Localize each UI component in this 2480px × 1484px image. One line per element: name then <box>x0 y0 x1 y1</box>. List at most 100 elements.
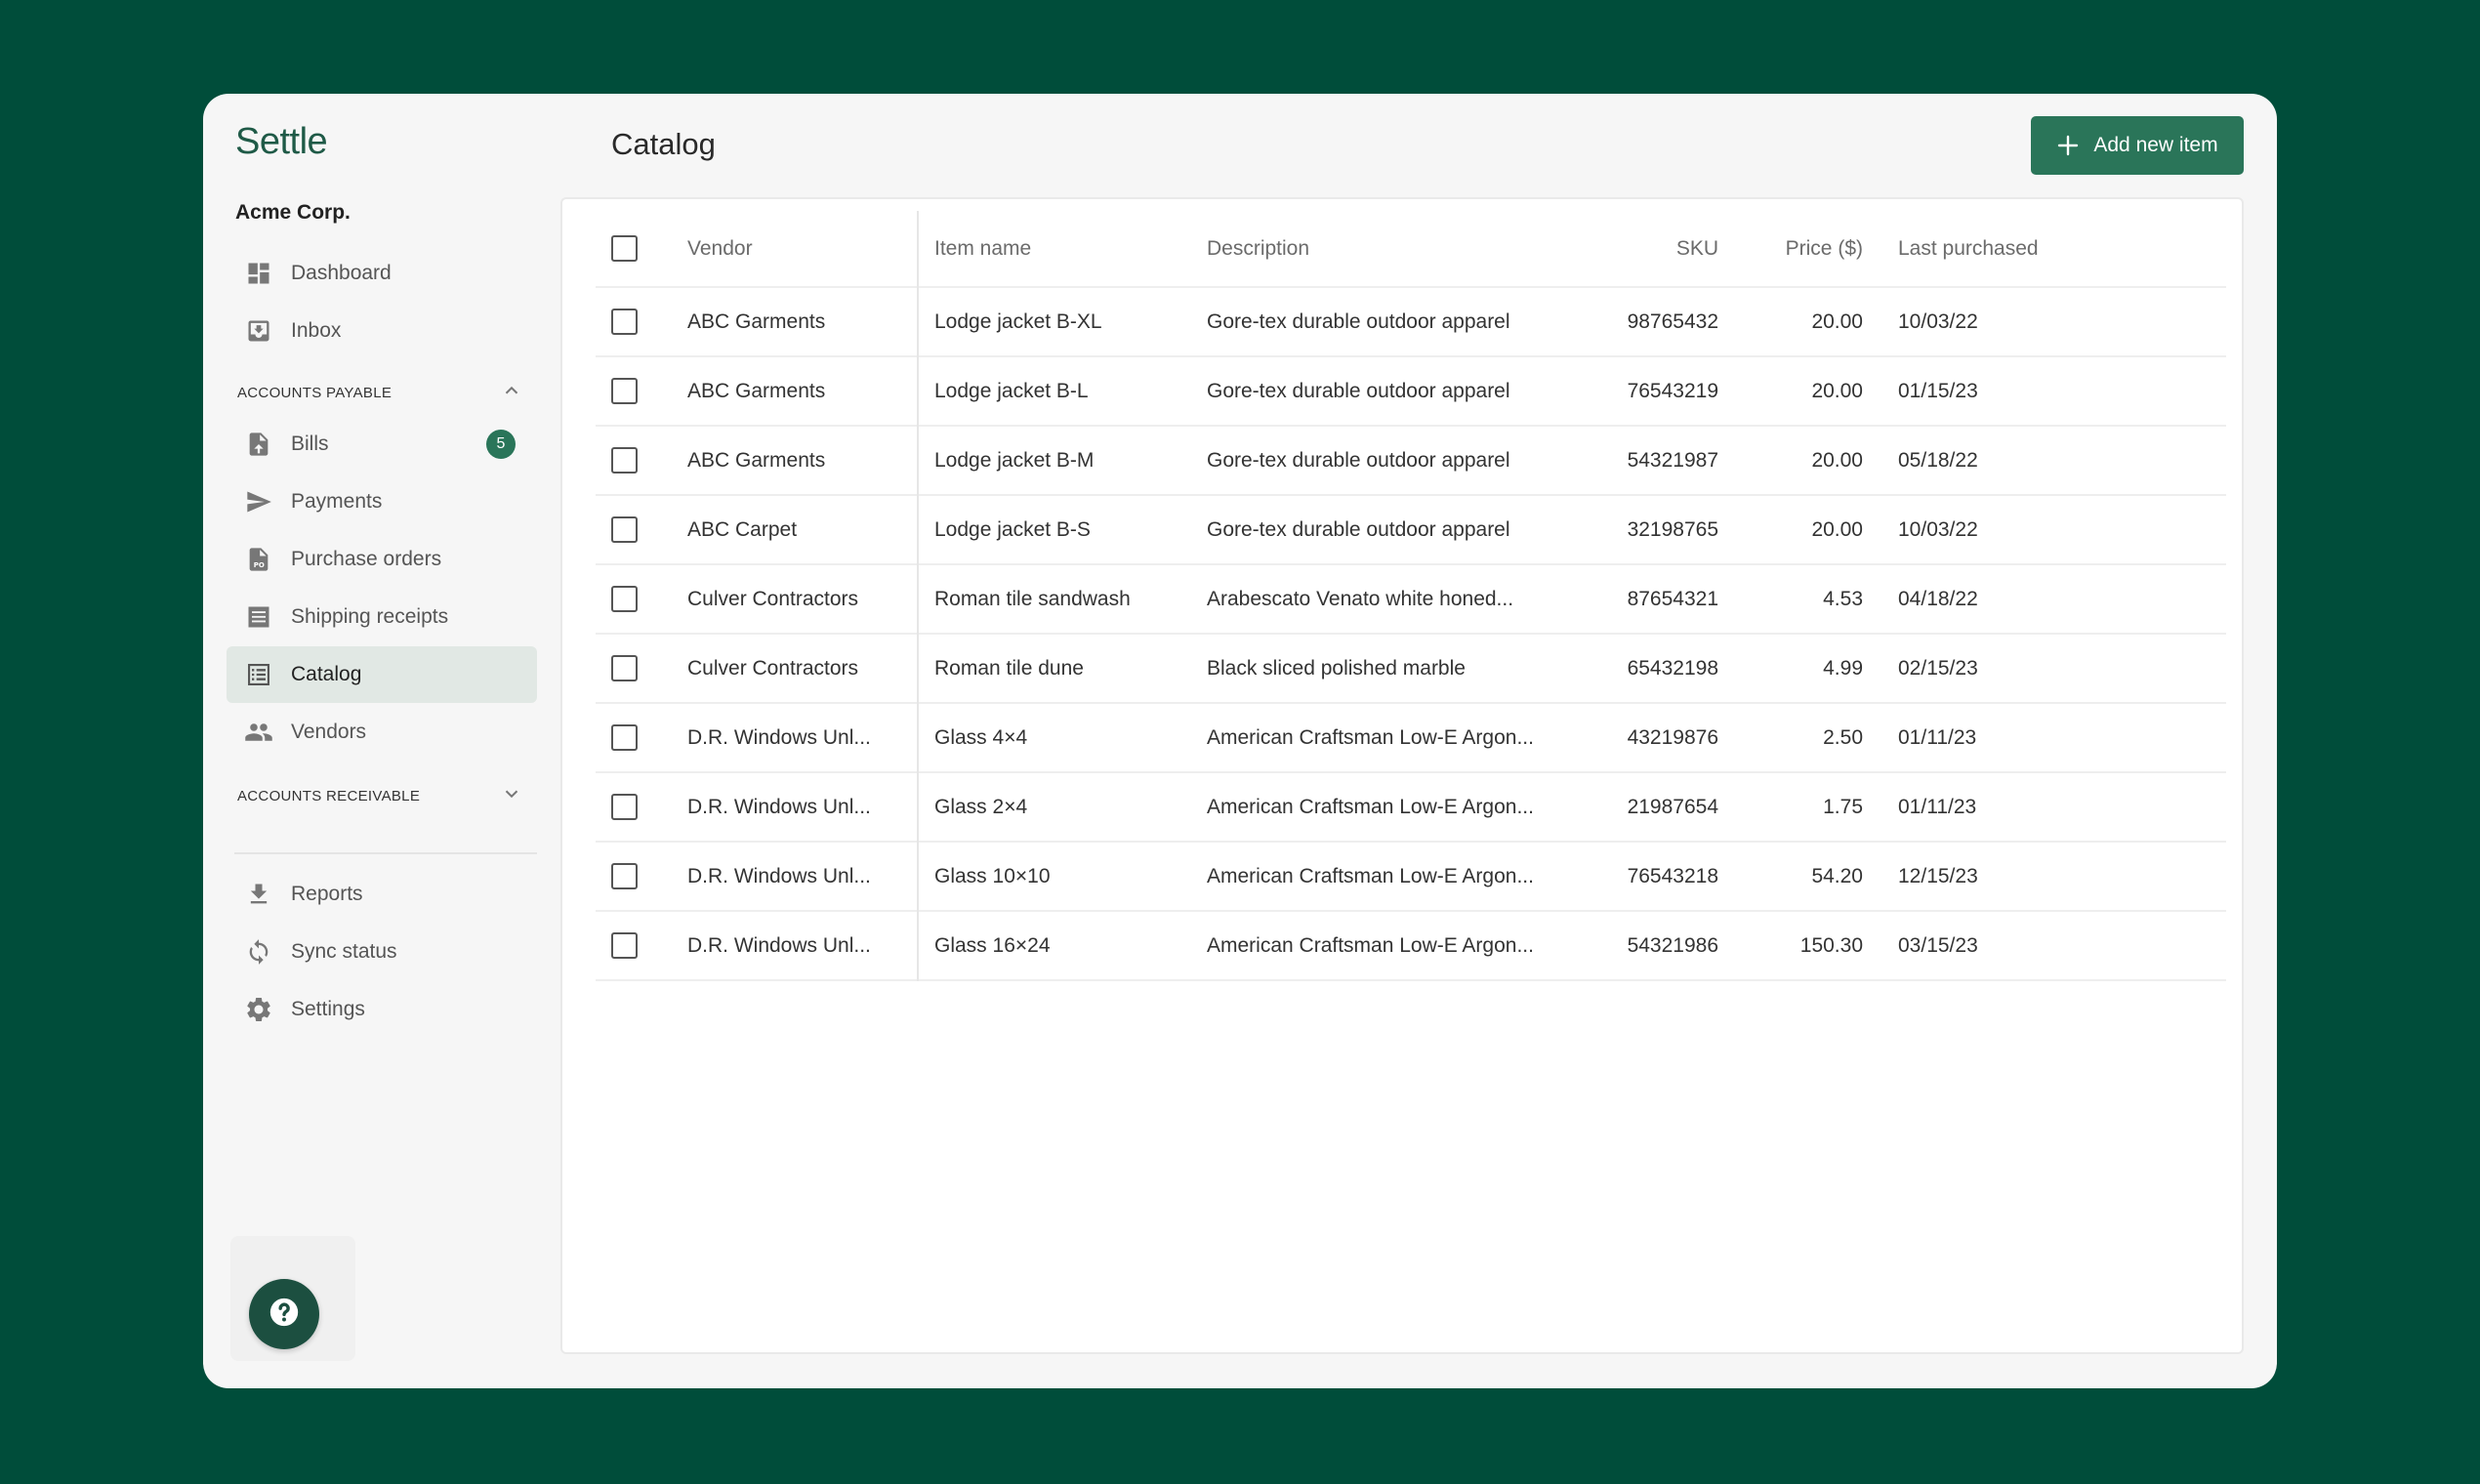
table-row[interactable]: D.R. Windows Unl... Glass 10×10 American C… <box>596 842 2226 911</box>
sidebar-item-label: Shipping receipts <box>291 605 449 628</box>
logo[interactable]: Settle <box>235 121 328 163</box>
row-checkbox[interactable] <box>611 586 638 612</box>
sidebar-item-shipping-receipts[interactable]: Shipping receipts <box>227 589 537 645</box>
row-checkbox[interactable] <box>611 724 638 751</box>
cell-last-purchased: 01/11/23 <box>1898 795 1977 818</box>
send-icon <box>244 487 273 516</box>
table-row[interactable]: ABC Garments Lodge jacket B-L Gore-tex dur… <box>596 356 2226 426</box>
section-accounts-receivable[interactable]: ACCOUNTS RECEIVABLE <box>237 781 522 810</box>
header-select-all[interactable] <box>596 211 687 287</box>
dashboard-icon <box>244 259 273 288</box>
download-icon <box>244 880 273 909</box>
header-last-purchased[interactable]: Last purchased <box>1863 211 2226 287</box>
table-row[interactable]: Culver Contractors Roman tile dune Black s… <box>596 634 2226 703</box>
catalog-table-card: Vendor Item name Description SKU Price (… <box>560 197 2244 1354</box>
sidebar: Settle Acme Corp. Dashboard Inbox ACCOUN… <box>203 94 568 1388</box>
cell-select[interactable] <box>596 287 687 356</box>
table-row[interactable]: ABC Carpet Lodge jacket B-S Gore-tex durab… <box>596 495 2226 564</box>
section-accounts-payable[interactable]: ACCOUNTS PAYABLE <box>237 378 522 407</box>
sidebar-item-catalog[interactable]: Catalog <box>227 646 537 703</box>
table-row[interactable]: ABC Garments Lodge jacket B-XL Gore-tex du… <box>596 287 2226 356</box>
sidebar-item-label: Bills <box>291 433 329 455</box>
sidebar-item-bills[interactable]: Bills 5 <box>227 416 537 473</box>
header-price[interactable]: Price ($) <box>1718 211 1863 287</box>
cell-select[interactable] <box>596 564 687 634</box>
svg-text:PO: PO <box>254 561 265 569</box>
list-icon <box>244 660 273 689</box>
cell-sku: 32198765 <box>1627 517 1718 541</box>
row-checkbox[interactable] <box>611 378 638 404</box>
cell-last-purchased: 04/18/22 <box>1898 587 1978 610</box>
sidebar-item-purchase-orders[interactable]: PO Purchase orders <box>227 531 537 588</box>
sidebar-item-settings[interactable]: Settings <box>227 981 537 1038</box>
cell-description: American Craftsman Low-E Argon... <box>1207 725 1534 749</box>
cell-vendor: ABC Garments <box>687 356 919 426</box>
row-checkbox[interactable] <box>611 794 638 820</box>
cell-select[interactable] <box>596 772 687 842</box>
row-checkbox[interactable] <box>611 655 638 681</box>
cell-item-name: Glass 10×10 <box>934 864 1051 887</box>
table-row[interactable]: D.R. Windows Unl... Glass 4×4 American Cra… <box>596 703 2226 772</box>
row-checkbox[interactable] <box>611 932 638 959</box>
row-checkbox[interactable] <box>611 516 638 543</box>
cell-select[interactable] <box>596 495 687 564</box>
cell-select[interactable] <box>596 842 687 911</box>
cell-select[interactable] <box>596 911 687 980</box>
sidebar-divider <box>234 852 537 854</box>
sidebar-item-sync-status[interactable]: Sync status <box>227 924 537 980</box>
table-row[interactable]: Culver Contractors Roman tile sandwash Ara… <box>596 564 2226 634</box>
row-checkbox[interactable] <box>611 447 638 474</box>
bills-count-badge: 5 <box>486 430 516 459</box>
gear-icon <box>244 995 273 1024</box>
cell-description: Black sliced polished marble <box>1207 656 1466 680</box>
cell-select[interactable] <box>596 356 687 426</box>
cell-select[interactable] <box>596 703 687 772</box>
cell-description: Gore-tex durable outdoor apparel <box>1207 448 1510 472</box>
people-icon <box>244 718 273 747</box>
cell-price: 20.00 <box>1811 448 1863 472</box>
row-checkbox[interactable] <box>611 863 638 889</box>
cell-last-purchased: 02/15/23 <box>1898 656 1978 680</box>
cell-last-purchased: 03/15/23 <box>1898 933 1978 957</box>
cell-vendor: D.R. Windows Unl... <box>687 842 919 911</box>
cell-item-name: Glass 2×4 <box>934 795 1028 818</box>
row-checkbox[interactable] <box>611 309 638 335</box>
header-item-name[interactable]: Item name <box>918 211 1207 287</box>
header-sku[interactable]: SKU <box>1597 211 1718 287</box>
sidebar-item-reports[interactable]: Reports <box>227 866 537 923</box>
section-label: ACCOUNTS RECEIVABLE <box>237 787 421 804</box>
section-label: ACCOUNTS PAYABLE <box>237 384 393 401</box>
cell-vendor: D.R. Windows Unl... <box>687 911 919 980</box>
table-row[interactable]: ABC Garments Lodge jacket B-M Gore-tex dur… <box>596 426 2226 495</box>
table-row[interactable]: D.R. Windows Unl... Glass 16×24 American C… <box>596 911 2226 980</box>
cell-sku: 43219876 <box>1627 725 1718 749</box>
help-button[interactable] <box>249 1279 319 1349</box>
sidebar-item-label: Settings <box>291 998 365 1020</box>
sidebar-item-label: Sync status <box>291 940 397 963</box>
cell-item-name: Roman tile dune <box>934 656 1084 680</box>
cell-item-name: Lodge jacket B-XL <box>934 309 1102 333</box>
cell-item-name: Lodge jacket B-L <box>934 379 1089 402</box>
cell-item-name: Lodge jacket B-S <box>934 517 1091 541</box>
header-vendor[interactable]: Vendor <box>687 211 919 287</box>
cell-price: 150.30 <box>1799 933 1863 957</box>
cell-vendor: D.R. Windows Unl... <box>687 703 919 772</box>
receipt-icon <box>244 602 273 632</box>
cell-description: Gore-tex durable outdoor apparel <box>1207 379 1510 402</box>
cell-description: Gore-tex durable outdoor apparel <box>1207 309 1510 333</box>
po-document-icon: PO <box>244 545 273 574</box>
cell-select[interactable] <box>596 426 687 495</box>
select-all-checkbox[interactable] <box>611 235 638 262</box>
cell-price: 4.99 <box>1823 656 1863 680</box>
add-new-item-button[interactable]: Add new item <box>2031 116 2244 175</box>
sidebar-item-dashboard[interactable]: Dashboard <box>227 245 537 302</box>
cell-sku: 98765432 <box>1627 309 1718 333</box>
header-description[interactable]: Description <box>1207 211 1597 287</box>
table-row[interactable]: D.R. Windows Unl... Glass 2×4 American Cra… <box>596 772 2226 842</box>
sidebar-item-vendors[interactable]: Vendors <box>227 704 537 761</box>
cell-select[interactable] <box>596 634 687 703</box>
cell-price: 54.20 <box>1811 864 1863 887</box>
sidebar-item-inbox[interactable]: Inbox <box>227 303 537 359</box>
page-title: Catalog <box>611 127 716 161</box>
sidebar-item-payments[interactable]: Payments <box>227 474 537 530</box>
